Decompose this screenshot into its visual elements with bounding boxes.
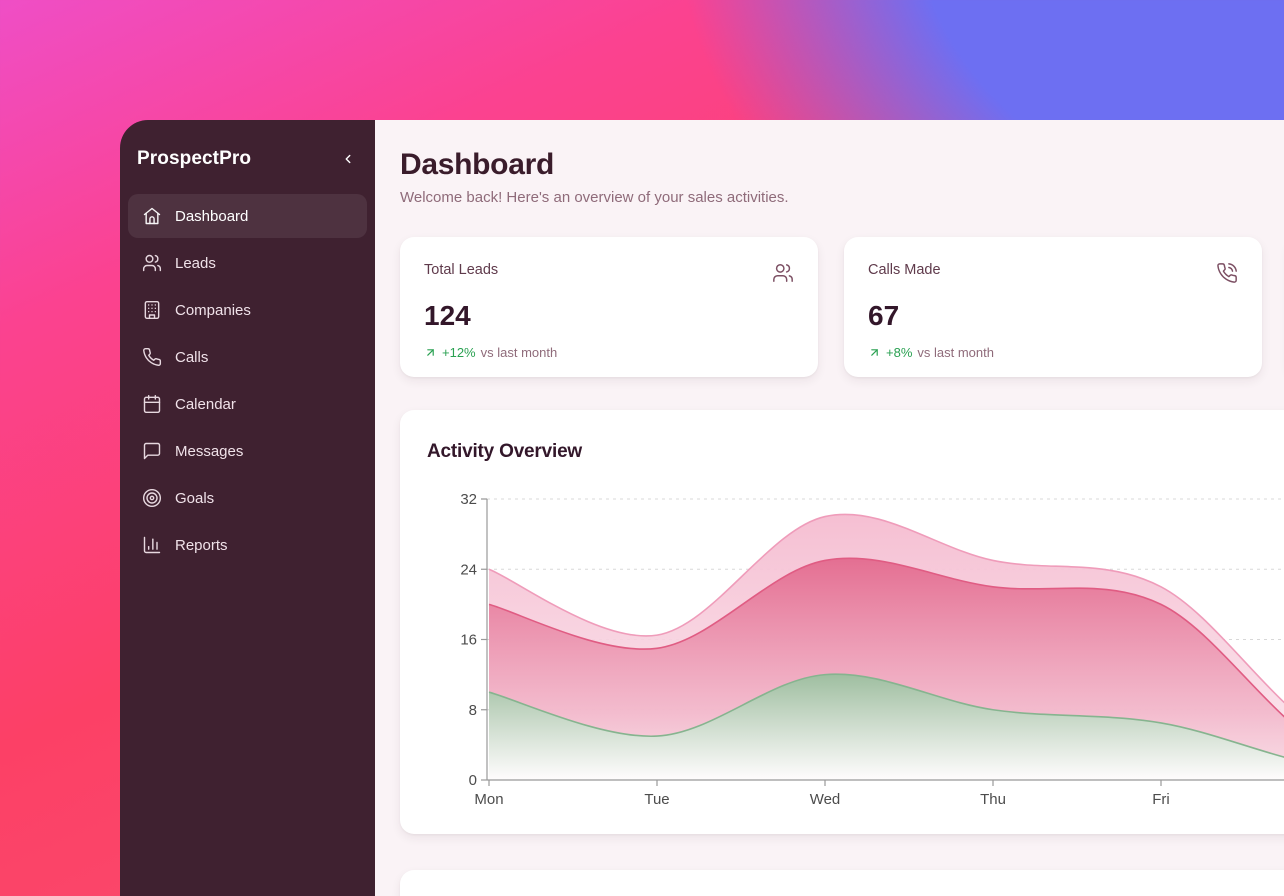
svg-text:Wed: Wed: [810, 791, 841, 808]
sidebar-item-companies[interactable]: Companies: [128, 288, 367, 332]
sidebar: ProspectPro Dashboard Leads Companies Calls…: [120, 120, 375, 896]
svg-text:16: 16: [460, 632, 477, 649]
chevron-left-icon: [341, 152, 355, 166]
stat-card-label: Total Leads: [424, 262, 498, 278]
sidebar-item-messages[interactable]: Messages: [128, 429, 367, 473]
sidebar-item-label: Reports: [175, 537, 228, 554]
users-icon: [772, 262, 794, 289]
sidebar-item-calls[interactable]: Calls: [128, 335, 367, 379]
users-icon: [142, 253, 162, 273]
sidebar-item-goals[interactable]: Goals: [128, 476, 367, 520]
phone-call-icon: [1216, 262, 1238, 289]
stat-card-value: 67: [868, 300, 1238, 332]
sidebar-item-leads[interactable]: Leads: [128, 241, 367, 285]
sidebar-header: ProspectPro: [128, 120, 367, 194]
svg-text:Mon: Mon: [474, 791, 503, 808]
sidebar-item-dashboard[interactable]: Dashboard: [128, 194, 367, 238]
app-window: ProspectPro Dashboard Leads Companies Calls…: [120, 120, 1284, 896]
sidebar-item-label: Messages: [175, 443, 243, 460]
activity-chart: 08162432MonTueWedThuFriSatSun: [420, 480, 1284, 825]
stat-card-calls-made: Calls Made 67 +8%vs last month: [844, 237, 1262, 377]
bar-chart-icon: [142, 535, 162, 555]
svg-text:32: 32: [460, 491, 477, 508]
app-logo: ProspectPro: [137, 148, 251, 170]
stat-card-label: Calls Made: [868, 262, 941, 278]
target-icon: [142, 488, 162, 508]
sidebar-item-label: Dashboard: [175, 208, 248, 225]
svg-text:Tue: Tue: [644, 791, 669, 808]
sidebar-item-reports[interactable]: Reports: [128, 523, 367, 567]
sidebar-item-label: Calls: [175, 349, 208, 366]
sidebar-item-label: Goals: [175, 490, 214, 507]
page-subtitle: Welcome back! Here's an overview of your…: [400, 189, 1284, 206]
sidebar-nav: Dashboard Leads Companies Calls Calendar Mess…: [128, 194, 367, 567]
page-title: Dashboard: [400, 148, 1284, 182]
main-content: Dashboard Welcome back! Here's an overvi…: [375, 120, 1284, 896]
svg-text:0: 0: [469, 772, 477, 789]
activity-overview-card: Activity Overview 0 8 16 24 32 Mon Tue Wed Thu Fr…: [400, 410, 1284, 834]
sidebar-item-label: Companies: [175, 302, 251, 319]
stat-card-trend: +12%vs last month: [424, 345, 794, 360]
calendar-icon: [142, 394, 162, 414]
house-icon: [142, 206, 162, 226]
arrow-up-right-icon: [424, 346, 437, 359]
svg-text:Thu: Thu: [980, 791, 1006, 808]
svg-text:24: 24: [460, 561, 477, 578]
sidebar-item-label: Leads: [175, 255, 216, 272]
bottom-card-partial: [400, 870, 1284, 896]
svg-text:8: 8: [469, 702, 477, 719]
chart-title: Activity Overview: [427, 441, 1284, 463]
phone-icon: [142, 347, 162, 367]
sidebar-item-label: Calendar: [175, 396, 236, 413]
stat-card-trend: +8%vs last month: [868, 345, 1238, 360]
building-icon: [142, 300, 162, 320]
message-square-icon: [142, 441, 162, 461]
svg-text:Fri: Fri: [1152, 791, 1170, 808]
stat-card-value: 124: [424, 300, 794, 332]
stat-cards: Total Leads 124 +12%vs last month Calls Mad…: [400, 237, 1284, 377]
sidebar-item-calendar[interactable]: Calendar: [128, 382, 367, 426]
arrow-up-right-icon: [868, 346, 881, 359]
sidebar-collapse-button[interactable]: [337, 148, 359, 170]
stat-card-total-leads: Total Leads 124 +12%vs last month: [400, 237, 818, 377]
